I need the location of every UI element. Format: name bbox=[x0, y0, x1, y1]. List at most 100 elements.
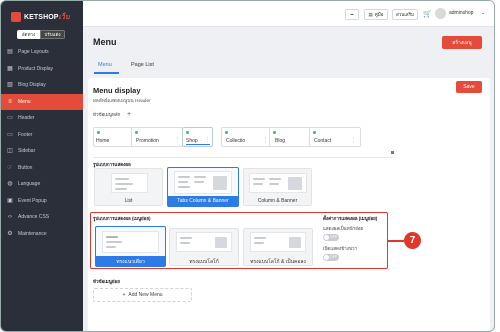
sidebar-item-footer[interactable]: ▭ Footer bbox=[1, 127, 83, 144]
menu-icon: ≡ bbox=[8, 98, 12, 105]
popup-icon: ▣ bbox=[7, 197, 13, 204]
sidebar-item-maintenance[interactable]: ⚙ Maintenance bbox=[1, 226, 83, 243]
format-option-tabs-column-banner[interactable]: Tabs Column & Banner bbox=[167, 167, 239, 207]
sidebar-item-sidebar[interactable]: ◫ Sidebar bbox=[1, 143, 83, 160]
format-label: รูปแบบการแสดงผล bbox=[93, 162, 131, 167]
format-thumb bbox=[249, 173, 307, 193]
menu-slot-contact[interactable]: Contact ⋮ bbox=[309, 127, 361, 147]
tab-active-indicator bbox=[94, 72, 119, 74]
book-icon: ▤ bbox=[368, 11, 373, 17]
sidebar-item-blog-display[interactable]: ▧ Blog Display bbox=[1, 77, 83, 94]
logo: KETSHOPเว็บ bbox=[11, 9, 77, 25]
product-icon: ▦ bbox=[7, 65, 13, 72]
highlight-connector bbox=[388, 240, 404, 242]
button-icon: ☞ bbox=[7, 164, 13, 171]
sidebar-item-menu[interactable]: ≡ Menu bbox=[1, 93, 83, 110]
card-subtitle: ผลลัพธ์แสดงเมนูบน Header bbox=[93, 99, 151, 104]
status-dot-icon bbox=[97, 131, 100, 134]
mode-switch[interactable]: อัตทาง ปรับแต่ง bbox=[17, 30, 65, 39]
sidebar: KETSHOPเว็บ อัตทาง ปรับแต่ง ▤ Page Layout… bbox=[1, 1, 83, 331]
menu-slot-label: Collectio bbox=[226, 138, 246, 144]
sidebar-icon: ◫ bbox=[7, 148, 13, 155]
app-window: KETSHOPเว็บ อัตทาง ปรับแต่ง ▤ Page Layout… bbox=[0, 0, 495, 332]
logo-mark-icon bbox=[11, 12, 21, 22]
sidebar-item-label: Header bbox=[18, 115, 35, 122]
cart-icon[interactable]: 🛒 bbox=[423, 10, 432, 18]
sidebar-item-label: Blog Display bbox=[18, 82, 46, 89]
addons-button[interactable]: ส่วนเสริม bbox=[392, 9, 418, 20]
sidebar-item-advance-css[interactable]: ‹› Advance CSS bbox=[1, 209, 83, 226]
plus-icon: + bbox=[122, 292, 126, 298]
mode-right-option[interactable]: ปรับแต่ง bbox=[40, 30, 65, 39]
save-button[interactable]: Save bbox=[456, 81, 482, 93]
create-menu-button[interactable]: สร้างเมนู bbox=[442, 36, 482, 49]
layout-icon: ▤ bbox=[7, 49, 13, 56]
sidebar-item-label: Maintenance bbox=[18, 230, 47, 237]
card-title: Menu display bbox=[93, 86, 141, 95]
scroll-handle[interactable] bbox=[391, 151, 394, 154]
menu-slot-label: Promotion bbox=[136, 138, 159, 144]
footer-icon: ▭ bbox=[7, 131, 13, 138]
sidebar-item-label: Footer bbox=[18, 131, 33, 138]
avatar[interactable] bbox=[435, 8, 446, 19]
step-badge: 7 bbox=[404, 232, 421, 249]
sidebar-item-header[interactable]: ▭ Header bbox=[1, 110, 83, 127]
format-option-column-banner[interactable]: Column & Banner bbox=[243, 168, 312, 206]
sidebar-item-label: Button bbox=[18, 164, 33, 171]
sidebar-item-label: Advance CSS bbox=[18, 214, 50, 221]
mode-left-option[interactable]: อัตทาง bbox=[17, 30, 40, 39]
main-menu-label: หัวข้อเมนูหลัก bbox=[93, 112, 121, 117]
menu-slot-promotion[interactable]: Promotion ⋮ bbox=[131, 127, 183, 147]
status-dot-icon bbox=[313, 131, 316, 134]
more-vertical-icon[interactable]: ⋮ bbox=[351, 137, 356, 143]
add-new-menu-button[interactable]: + Add New Menu bbox=[93, 288, 192, 302]
more-vertical-icon[interactable]: ⋮ bbox=[175, 137, 180, 143]
sidebar-item-label: Page Layouts bbox=[18, 49, 49, 56]
chevron-down-icon[interactable]: ⌄ bbox=[481, 10, 485, 16]
sidebar-item-label: Language bbox=[18, 181, 41, 188]
tab-page-list[interactable]: Page List bbox=[131, 62, 154, 68]
sidebar-nav: ▤ Page Layouts ▦ Product Display ▧ Blog Dis… bbox=[1, 44, 83, 242]
menu-slot-collection[interactable]: Collectio ⋮ bbox=[221, 127, 273, 147]
sidebar-item-product-display[interactable]: ▦ Product Display bbox=[1, 61, 83, 78]
format-option-list[interactable]: List bbox=[94, 168, 163, 206]
status-dot-icon bbox=[225, 131, 228, 134]
more-vertical-icon[interactable]: ⋮ bbox=[263, 137, 268, 143]
sub-menu-label: หัวข้อเมนูย่อย bbox=[93, 279, 120, 284]
gear-icon: ⚙ bbox=[7, 230, 13, 237]
globe-icon: ◍ bbox=[7, 181, 13, 188]
format-thumb bbox=[111, 173, 148, 193]
tab-menu[interactable]: Menu bbox=[98, 62, 112, 68]
sidebar-item-button[interactable]: ☞ Button bbox=[1, 160, 83, 177]
more-vertical-icon[interactable]: ⋮ bbox=[205, 137, 210, 143]
add-menu-plus-icon[interactable]: + bbox=[127, 111, 131, 118]
manual-button[interactable]: ▤ คู่มือ bbox=[364, 9, 388, 20]
blog-icon: ▧ bbox=[7, 82, 13, 89]
sidebar-item-event-popup[interactable]: ▣ Event Popup bbox=[1, 193, 83, 210]
menu-slot-label: Home bbox=[96, 138, 110, 144]
active-indicator bbox=[186, 143, 210, 145]
header-icon: ▭ bbox=[7, 115, 13, 122]
status-dot-icon bbox=[135, 131, 138, 134]
status-dot-icon bbox=[273, 131, 276, 134]
sidebar-item-label: Product Display bbox=[18, 65, 54, 72]
sidebar-item-label: Sidebar bbox=[18, 148, 36, 155]
add-new-menu-label: Add New Menu bbox=[128, 292, 163, 298]
format-thumb bbox=[174, 171, 232, 194]
manual-label: คู่มือ bbox=[374, 12, 384, 17]
sidebar-item-language[interactable]: ◍ Language bbox=[1, 176, 83, 193]
menu-slot-shop[interactable]: Shop ⋮ bbox=[182, 127, 213, 147]
topbar: •• ▤ คู่มือ ส่วนเสริม 🛒 adminshop ⌄ bbox=[83, 1, 494, 27]
divider bbox=[93, 157, 393, 158]
menu-slot-label: Contact bbox=[314, 138, 332, 144]
status-dot-icon bbox=[186, 131, 189, 134]
username[interactable]: adminshop bbox=[449, 10, 473, 16]
topbar-dots-button[interactable]: •• bbox=[345, 9, 359, 20]
sidebar-item-page-layouts[interactable]: ▤ Page Layouts bbox=[1, 44, 83, 61]
sidebar-item-label: Event Popup bbox=[18, 197, 47, 204]
logo-prefix: KETSHOP bbox=[24, 13, 59, 21]
format-option-label: List bbox=[124, 198, 133, 204]
format-option-label: Column & Banner bbox=[257, 198, 298, 204]
format-option-label: Tabs Column & Banner bbox=[177, 198, 229, 204]
logo-suffix: เว็บ bbox=[58, 13, 70, 21]
